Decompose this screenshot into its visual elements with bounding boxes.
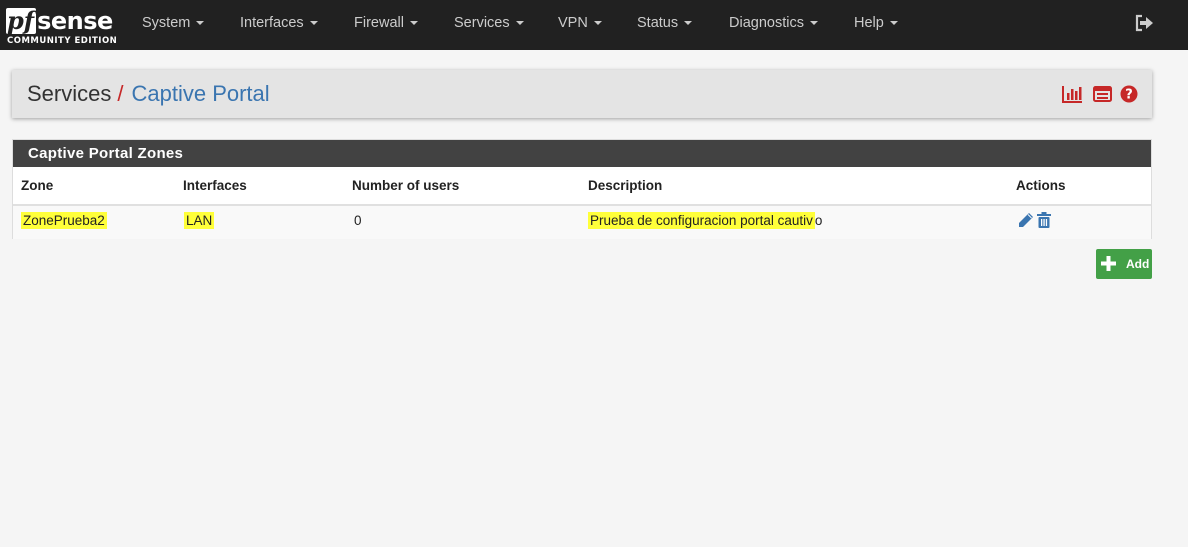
nav-system[interactable]: System (142, 0, 205, 50)
caret-down-icon (684, 21, 693, 26)
caret-down-icon (889, 21, 898, 26)
logo-sense: sense (37, 7, 113, 35)
breadcrumb-page-link[interactable]: Captive Portal (131, 81, 269, 106)
svg-text:?: ? (1125, 88, 1133, 103)
nav-status[interactable]: Status (637, 0, 693, 50)
column-header-zone: Zone (21, 178, 54, 193)
nav-services-label: Services (454, 15, 510, 31)
captive-portal-zones-panel: Captive Portal Zones Zone Interfaces Num… (12, 139, 1152, 239)
pfsense-logo[interactable]: pf sense COMMUNITY EDITION (6, 4, 118, 48)
breadcrumb: Services / Captive Portal (27, 80, 270, 108)
top-navbar: pf sense COMMUNITY EDITION System Interf… (0, 0, 1188, 50)
nav-diagnostics-label: Diagnostics (729, 15, 804, 31)
interfaces-cell: LAN (184, 212, 215, 229)
help-icon[interactable]: ? (1120, 85, 1138, 103)
column-header-actions: Actions (1016, 178, 1066, 193)
zone-interface: LAN (184, 212, 215, 229)
breadcrumb-panel: Services / Captive Portal ? (12, 70, 1152, 118)
caret-down-icon (515, 21, 524, 26)
caret-down-icon (409, 21, 418, 26)
list-log-icon[interactable] (1093, 85, 1112, 103)
logo-pf: pf (6, 6, 37, 35)
plus-icon (1101, 256, 1116, 271)
edition-label: COMMUNITY EDITION (7, 36, 118, 46)
add-button-label: Add (1126, 257, 1150, 271)
breadcrumb-section: Services (27, 81, 112, 106)
sign-out-icon[interactable] (1134, 14, 1154, 32)
nav-help-label: Help (854, 15, 884, 31)
description-cell: Prueba de configuracion portal cautiv o (588, 212, 823, 229)
zone-cell: ZonePrueba2 (21, 212, 107, 229)
caret-down-icon (593, 21, 602, 26)
column-header-interfaces: Interfaces (183, 178, 247, 193)
nav-diagnostics[interactable]: Diagnostics (729, 0, 818, 50)
bar-chart-icon[interactable] (1062, 85, 1083, 103)
edit-pencil-icon[interactable] (1018, 212, 1034, 228)
zone-description-rest: o (814, 213, 823, 228)
nav-firewall-label: Firewall (354, 15, 404, 31)
nav-status-label: Status (637, 15, 679, 31)
zone-description-highlighted: Prueba de configuracion portal cautiv (588, 212, 815, 229)
delete-trash-icon[interactable] (1037, 212, 1051, 228)
add-zone-button[interactable]: Add (1096, 249, 1152, 279)
caret-down-icon (809, 21, 818, 26)
nav-vpn[interactable]: VPN (558, 0, 602, 50)
nav-system-label: System (142, 15, 191, 31)
nav-help[interactable]: Help (854, 0, 898, 50)
breadcrumb-separator: / (117, 81, 124, 106)
panel-title: Captive Portal Zones (13, 140, 1151, 167)
column-header-users: Number of users (352, 178, 460, 193)
nav-interfaces[interactable]: Interfaces (240, 0, 318, 50)
nav-services[interactable]: Services (454, 0, 524, 50)
caret-down-icon (196, 21, 205, 26)
caret-down-icon (309, 21, 318, 26)
zone-name: ZonePrueba2 (21, 212, 107, 229)
nav-interfaces-label: Interfaces (240, 15, 304, 31)
nav-firewall[interactable]: Firewall (354, 0, 418, 50)
nav-vpn-label: VPN (558, 15, 588, 31)
users-cell: 0 (354, 213, 362, 228)
column-header-description: Description (588, 178, 663, 193)
